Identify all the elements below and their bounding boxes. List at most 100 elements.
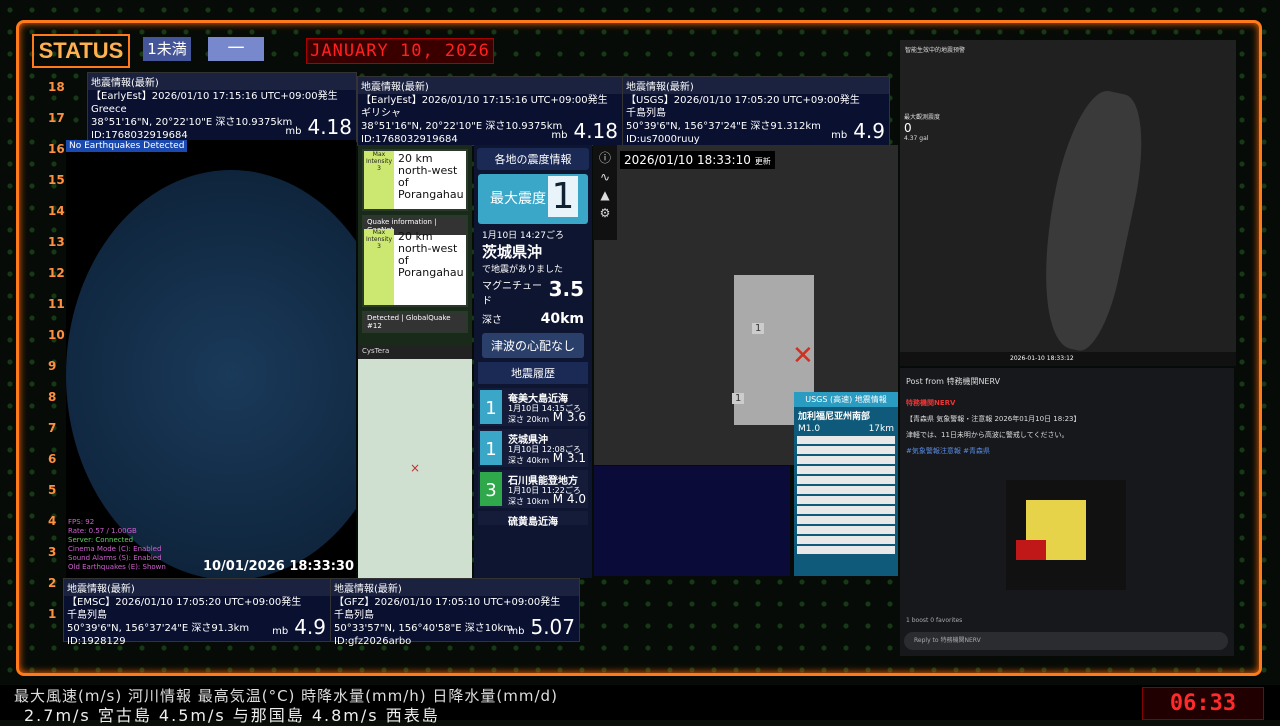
shindo-header: 各地の震度情報	[477, 148, 589, 170]
ticker-values: 2.7m/s 宮古島 4.5m/s 与那国島 4.8m/s 西表島	[24, 706, 440, 725]
globe-sphere[interactable]	[66, 170, 356, 578]
eq-magnitude: mb 5.07	[508, 615, 575, 639]
weather-ticker: 最大風速(m/s) 河川情報 最高気温(°C) 時降水量(mm/h) 日降水量(…	[0, 685, 1280, 725]
eq-source-line: 【USGS】2026/01/10 17:05:20 UTC+09:00発生	[626, 95, 860, 106]
eq-panel-earlyest-jp: 地震情報(最新) 【EarlyEst】2026/01/10 17:15:16 U…	[357, 76, 623, 146]
history-intensity: 1	[480, 390, 502, 424]
card-header: Detected | GlobalQuake #12	[364, 313, 466, 331]
eq-panel-earlyest-en: 地震情報(最新) 【EarlyEst】2026/01/10 17:15:16 U…	[87, 72, 357, 142]
intensity-side: Max Intensity 3	[364, 229, 394, 305]
usgs-row[interactable]	[797, 526, 895, 534]
nerv-post: Post from 特務機関NERV 特務機関NERV 【青森県 気象警報・注意…	[900, 368, 1234, 656]
ruler-label: 8	[48, 390, 57, 404]
ruler-label: 16	[48, 142, 65, 156]
quake-card[interactable]: Quake information | GeoNet Max Intensity…	[362, 215, 468, 307]
wave-icon[interactable]: ∿	[593, 170, 617, 184]
status-label: STATUS	[32, 34, 130, 68]
epicenter-x-icon: ✕	[792, 341, 814, 371]
history-header: 地震履歴	[478, 362, 588, 384]
quake-place: 茨城県沖	[482, 243, 543, 261]
post-hashtags[interactable]: #気象警報注意報 #青森県	[900, 443, 1234, 459]
ruler-label: 1	[48, 607, 57, 621]
usgs-row[interactable]	[797, 466, 895, 474]
geonet-panel: Max Intensity 3 20 km north-west of Pora…	[358, 145, 472, 345]
usgs-stats: M1.0 17km	[798, 424, 894, 434]
quake-time: 1月10日 14:27ごろ	[482, 231, 564, 241]
intensity-marker: 1	[752, 323, 765, 334]
usgs-row[interactable]	[797, 546, 895, 554]
intensity-badge: 1未満	[143, 37, 191, 61]
epicenter-marker-icon: ×	[410, 461, 421, 475]
eq-panel-title: 地震情報(最新)	[64, 579, 330, 596]
taiwan-map[interactable]: 智能生效中的地震预警 最大觀測震度 0 4.37 gal 2026-01-10 …	[900, 40, 1236, 366]
globe-time: 10/01/2026 18:33:30	[202, 559, 354, 574]
tsunami-status: 津波の心配なし	[482, 333, 584, 358]
eq-magnitude: mb 4.9	[831, 119, 885, 143]
settings-gear-icon[interactable]: ⚙	[593, 206, 617, 220]
usgs-row[interactable]	[797, 506, 895, 514]
usgs-place: 加利福尼亚州南部	[798, 412, 871, 422]
history-mag: M 4.0	[552, 492, 586, 506]
quake-card[interactable]: Max Intensity 3 20 km north-west of Pora…	[362, 149, 468, 211]
eq-panel-title: 地震情報(最新)	[331, 579, 579, 596]
globe-stats: FPS: 92 Rate: 0.57 / 1.00GB Server: Conn…	[68, 518, 166, 571]
reply-input[interactable]: Reply to 特務機関NERV	[904, 632, 1228, 650]
usgs-row[interactable]	[797, 536, 895, 544]
map-time: 2026/01/10 18:33:10 更新	[620, 151, 775, 169]
ruler-label: 9	[48, 359, 57, 373]
usgs-row[interactable]	[797, 486, 895, 494]
max-value: 1	[548, 176, 578, 217]
post-stats: 1 boost 0 favorites	[906, 617, 963, 624]
post-line2: 津軽では、11日未明から高波に警戒してください。	[906, 431, 1069, 439]
eq-panel-title: 地震情報(最新)	[358, 77, 622, 94]
quake-location: 20 km north-west of Porangahau	[398, 230, 464, 279]
post-author[interactable]: 特務機関NERV	[900, 395, 1234, 411]
ruler-label: 14	[48, 204, 65, 218]
eq-source-line: 【EarlyEst】2026/01/10 17:15:16 UTC+09:00発…	[361, 95, 608, 106]
date-display: JANUARY 10, 2026	[306, 38, 494, 64]
usgs-row[interactable]	[797, 476, 895, 484]
ruler-label: 15	[48, 173, 65, 187]
ruler-label: 3	[48, 545, 57, 559]
history-item[interactable]: 1 奄美大島近海 1月10日 14:15ごろ 深さ 20km M 3.6	[478, 388, 588, 426]
history-item[interactable]: 3 石川県能登地方 1月10日 11:22ごろ 深さ 10km M 4.0	[478, 470, 588, 508]
ruler-label: 11	[48, 297, 65, 311]
level-badge: 一	[208, 37, 264, 61]
usgs-row[interactable]	[797, 516, 895, 524]
digital-clock: 06:33	[1142, 687, 1264, 720]
ruler-label: 7	[48, 421, 57, 435]
taiwan-sidebar: 最大觀測震度 0 4.37 gal	[904, 114, 941, 142]
eq-panel-usgs: 地震情報(最新) 【USGS】2026/01/10 17:05:20 UTC+0…	[622, 76, 890, 146]
ruler-label: 4	[48, 514, 57, 528]
post-header: Post from 特務機関NERV	[906, 377, 1001, 386]
history-mag: M 3.1	[552, 451, 586, 465]
history-item[interactable]: 硫黄島近海	[478, 511, 588, 528]
eq-panel-gfz: 地震情報(最新) 【GFZ】2026/01/10 17:05:10 UTC+09…	[330, 578, 580, 647]
cystera-map[interactable]: CysTera ×	[358, 345, 472, 578]
max-intensity-box: 最大震度 1	[478, 174, 588, 224]
history-depth: 深さ 40km	[508, 456, 550, 465]
usgs-title: USGS (高速) 地震情報	[794, 392, 898, 407]
globe-view[interactable]: No Earthquakes Detected FPS: 92 Rate: 0.…	[66, 140, 356, 578]
eq-source-line: 【GFZ】2026/01/10 17:05:10 UTC+09:00発生	[334, 597, 561, 608]
history-intensity: 1	[480, 431, 502, 465]
usgs-row[interactable]	[797, 456, 895, 464]
quake-card[interactable]: Detected | GlobalQuake #12	[362, 311, 468, 333]
usgs-row[interactable]	[797, 496, 895, 504]
shindo-panel: 各地の震度情報 最大震度 1 1月10日 14:27ごろ 茨城県沖 で地震があり…	[474, 145, 592, 578]
ruler-label: 12	[48, 266, 65, 280]
taiwan-toolbar: 2026-01-10 18:33:12	[900, 352, 1236, 366]
eq-magnitude: mb 4.18	[285, 115, 352, 139]
nied-map[interactable]	[594, 466, 790, 576]
history-depth: 深さ 20km	[508, 415, 550, 424]
history-item[interactable]: 1 茨城県沖 1月10日 12:08ごろ 深さ 40km M 3.1	[478, 429, 588, 467]
eq-panel-emsc: 地震情報(最新) 【EMSC】2026/01/10 17:05:20 UTC+0…	[63, 578, 331, 647]
usgs-row[interactable]	[797, 446, 895, 454]
ruler-label: 18	[48, 80, 65, 94]
usgs-row[interactable]	[797, 436, 895, 444]
info-icon[interactable]: ⓘ	[593, 149, 617, 166]
intensity-ruler: 18 17 16 15 14 13 12 11 10 9 8 7 6 5 4 3…	[42, 80, 66, 640]
taiwan-island	[1023, 84, 1157, 356]
history-mag: M 3.6	[552, 410, 586, 424]
warning-icon[interactable]: ▲	[593, 188, 617, 202]
